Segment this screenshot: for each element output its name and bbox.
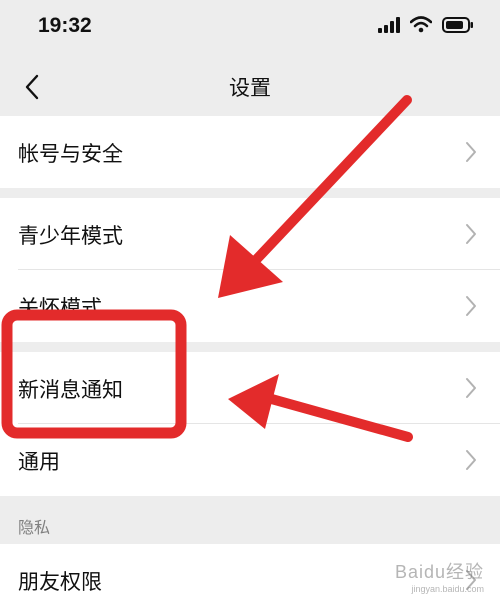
privacy-section-header: 隐私 [0,496,500,544]
settings-item-label: 朋友权限 [18,570,102,594]
settings-item-account-security[interactable]: 帐号与安全 [0,116,500,188]
page-title: 设置 [229,76,271,100]
settings-item-general[interactable]: 通用 [0,424,500,496]
watermark: Baidu经验 jingyan.baidu.com [395,558,484,594]
watermark-sub: jingyan.baidu.com [411,584,484,594]
signal-icon [378,16,400,33]
settings-item-label: 通用 [18,450,60,474]
settings-item-label: 帐号与安全 [18,142,123,166]
settings-item-new-message-notifications[interactable]: 新消息通知 [0,352,500,424]
chevron-right-icon [466,224,476,244]
chevron-right-icon [466,142,476,162]
settings-item-label: 新消息通知 [18,378,123,402]
chevron-right-icon [466,450,476,470]
settings-item-label: 青少年模式 [18,224,123,248]
section-label: 隐私 [18,518,51,537]
battery-icon [442,16,473,33]
status-icons [378,16,474,33]
settings-item-label: 关怀模式 [18,296,102,320]
status-bar: 19:32 [0,0,500,60]
settings-item-care-mode[interactable]: 关怀模式 [0,270,500,342]
chevron-right-icon [466,378,476,398]
chevron-right-icon [466,296,476,316]
wifi-icon [410,16,432,33]
settings-item-youth-mode[interactable]: 青少年模式 [0,198,500,270]
watermark-text: Baidu经验 [394,562,484,582]
status-time: 19:32 [38,14,92,37]
nav-bar: 设置 [0,60,500,114]
